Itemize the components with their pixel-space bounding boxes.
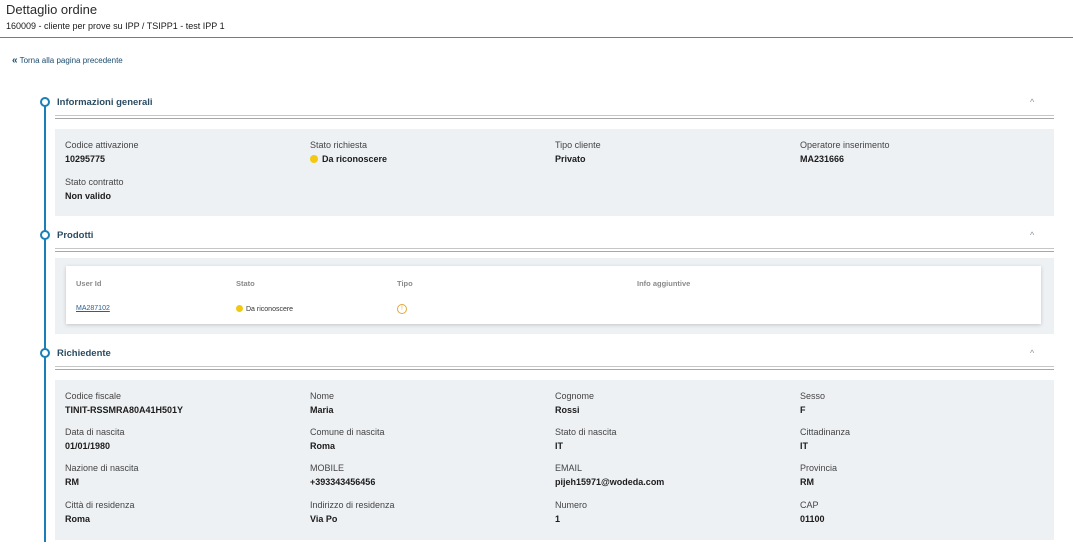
section-title-requester: Richiedente	[57, 348, 111, 359]
page-header: Dettaglio ordine 160009 - cliente per pr…	[6, 2, 225, 31]
general-info-panel: Codice attivazione 10295775 Stato richie…	[55, 129, 1054, 216]
table-cell-stato: Da riconoscere	[236, 305, 293, 313]
field-provincia: Provincia RM	[800, 463, 838, 487]
field-stato-richiesta: Stato richiesta Da riconoscere	[310, 140, 388, 164]
field-cap: CAP 01100	[800, 500, 825, 524]
timeline-node-products	[40, 230, 50, 240]
field-data-nascita: Data di nascita 01/01/1980	[65, 427, 125, 451]
section-divider	[55, 369, 1054, 370]
products-table: User Id Stato Tipo Info aggiuntive MA287…	[66, 266, 1041, 324]
field-citta-residenza: Città di residenza Roma	[65, 500, 135, 524]
field-email: EMAIL pijeh15971@wodeda.com	[555, 463, 665, 487]
collapse-requester-chevron-up-icon[interactable]: ^	[1030, 348, 1034, 358]
status-dot-icon	[310, 155, 318, 163]
field-cognome: Cognome Rossi	[555, 391, 595, 415]
field-mobile: MOBILE +393343456456	[310, 463, 376, 487]
field-sesso: Sesso F	[800, 391, 826, 415]
field-numero: Numero 1	[555, 500, 588, 524]
collapse-products-chevron-up-icon[interactable]: ^	[1030, 230, 1034, 240]
double-chevron-left-icon: «	[12, 55, 18, 66]
back-link[interactable]: «Torna alla pagina precedente	[12, 55, 123, 66]
field-codice-fiscale: Codice fiscale TINIT-RSSMRA80A41H501Y	[65, 391, 184, 415]
page-subtitle: 160009 - cliente per prove su IPP / TSIP…	[6, 21, 225, 31]
field-stato-contratto: Stato contratto Non valido	[65, 177, 124, 201]
column-header-stato: Stato	[236, 279, 255, 288]
user-id-link[interactable]: MA287102	[76, 305, 110, 312]
header-divider	[0, 37, 1073, 38]
section-title-products: Prodotti	[57, 230, 94, 241]
column-header-user-id: User Id	[76, 279, 102, 288]
field-tipo-cliente: Tipo cliente Privato	[555, 140, 601, 164]
field-comune-nascita: Comune di nascita Roma	[310, 427, 385, 451]
timeline-line	[44, 101, 46, 542]
field-nome: Nome Maria	[310, 391, 335, 415]
timeline-node-requester	[40, 348, 50, 358]
section-divider	[55, 251, 1054, 252]
info-circle-icon[interactable]: !	[397, 304, 407, 314]
status-badge: Da riconoscere	[322, 154, 388, 164]
page-title: Dettaglio ordine	[6, 2, 98, 17]
back-link-label: Torna alla pagina precedente	[19, 56, 123, 65]
field-nazione-nascita: Nazione di nascita RM	[65, 463, 139, 487]
column-header-tipo: Tipo	[397, 279, 413, 288]
timeline-node-general	[40, 97, 50, 107]
field-codice-attivazione: Codice attivazione 10295775	[65, 140, 139, 164]
status-dot-icon	[236, 305, 243, 312]
field-stato-nascita: Stato di nascita IT	[555, 427, 617, 451]
section-divider	[55, 366, 1054, 367]
section-divider	[55, 115, 1054, 116]
collapse-general-chevron-up-icon[interactable]: ^	[1030, 97, 1034, 107]
section-divider	[55, 248, 1054, 249]
field-indirizzo-residenza: Indirizzo di residenza Via Po	[310, 500, 395, 524]
section-divider	[55, 118, 1054, 119]
section-title-general: Informazioni generali	[57, 97, 153, 108]
field-operatore-inserimento: Operatore inserimento MA231666	[800, 140, 890, 164]
field-cittadinanza: Cittadinanza IT	[800, 427, 851, 451]
column-header-info: Info aggiuntive	[637, 279, 691, 288]
requester-panel: Codice fiscale TINIT-RSSMRA80A41H501Y Nom…	[55, 380, 1054, 540]
